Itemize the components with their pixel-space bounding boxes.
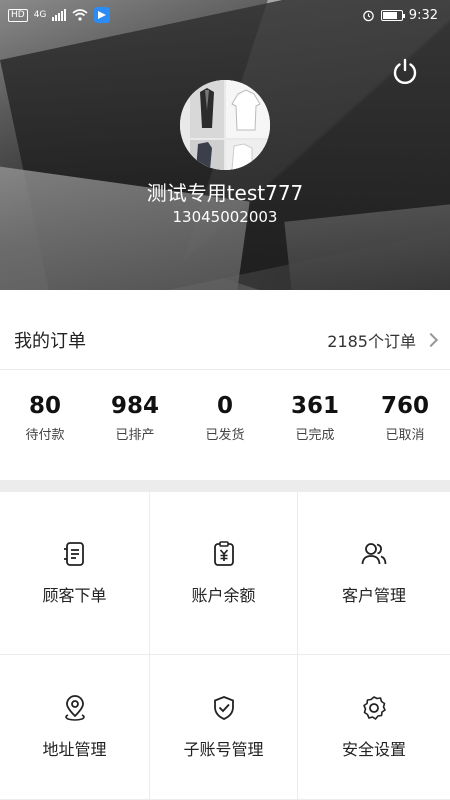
menu-address-management[interactable]: 地址管理	[0, 655, 150, 800]
my-orders-row[interactable]: 我的订单 2185个订单	[0, 310, 450, 370]
menu-label: 安全设置	[341, 740, 406, 759]
chevron-right-icon	[423, 332, 439, 347]
network-chip: HD	[8, 8, 28, 22]
stat-label: 已完成	[295, 428, 335, 443]
stat-cancelled[interactable]: 760 已取消	[360, 390, 450, 470]
alarm-icon	[363, 10, 374, 21]
power-icon[interactable]	[390, 56, 420, 86]
menu-label: 账户余额	[191, 586, 256, 605]
clock: 9:32	[408, 7, 438, 23]
menu-label: 地址管理	[42, 740, 107, 759]
orders-count: 2185个订单	[327, 328, 439, 352]
avatar[interactable]	[180, 80, 270, 170]
stat-completed[interactable]: 361 已完成	[270, 390, 360, 470]
battery-icon	[380, 9, 405, 21]
avatar-image	[180, 80, 270, 170]
network-type: 4G	[33, 10, 47, 20]
status-bar: HD 4G 9:32	[0, 0, 450, 30]
user-name: 测试专用test777	[146, 181, 304, 205]
orders-total: 2185个订单	[327, 331, 416, 351]
wifi-icon	[72, 9, 88, 21]
menu-label: 客户管理	[341, 586, 406, 605]
stat-value: 80	[28, 393, 61, 419]
menu-account-balance[interactable]: 账户余额	[150, 492, 298, 655]
stat-label: 已排产	[115, 428, 155, 443]
menu-customer-order[interactable]: 顾客下单	[0, 492, 150, 655]
stat-shipped[interactable]: 0 已发货	[180, 390, 270, 470]
stat-value: 984	[110, 393, 159, 419]
app-notification-icon	[94, 7, 111, 23]
menu-label: 子账号管理	[183, 740, 264, 759]
menu-security-settings[interactable]: 安全设置	[298, 655, 450, 800]
signal-icon	[52, 9, 67, 21]
menu-customer-management[interactable]: 客户管理	[298, 492, 450, 655]
stat-value: 760	[380, 393, 429, 419]
menu-sub-account-management[interactable]: 子账号管理	[150, 655, 298, 800]
menu-label: 顾客下单	[42, 586, 107, 605]
stat-label: 待付款	[25, 428, 65, 443]
gear-icon	[363, 696, 386, 720]
stat-label: 已发货	[205, 428, 245, 443]
order-list-icon	[63, 542, 84, 566]
order-status-stats: 80 待付款 984 已排产 0 已发货 361 已完成 760 已取消	[0, 390, 450, 470]
stat-label: 已取消	[385, 428, 425, 443]
balance-yen-icon	[213, 541, 234, 566]
my-orders-title: 我的订单	[14, 330, 86, 352]
stat-scheduled[interactable]: 984 已排产	[90, 390, 180, 470]
user-phone: 13045002003	[172, 208, 278, 226]
stat-pending-payment[interactable]: 80 待付款	[0, 390, 90, 470]
stat-value: 361	[290, 393, 339, 419]
location-pin-icon	[64, 695, 85, 721]
stat-value: 0	[216, 393, 233, 419]
users-icon	[361, 543, 387, 565]
feature-grid: 顾客下单 账户余额 客户管理 地址管理 子账号管理 安全设置	[0, 492, 450, 800]
section-divider	[0, 480, 450, 492]
shield-check-icon	[213, 696, 234, 720]
